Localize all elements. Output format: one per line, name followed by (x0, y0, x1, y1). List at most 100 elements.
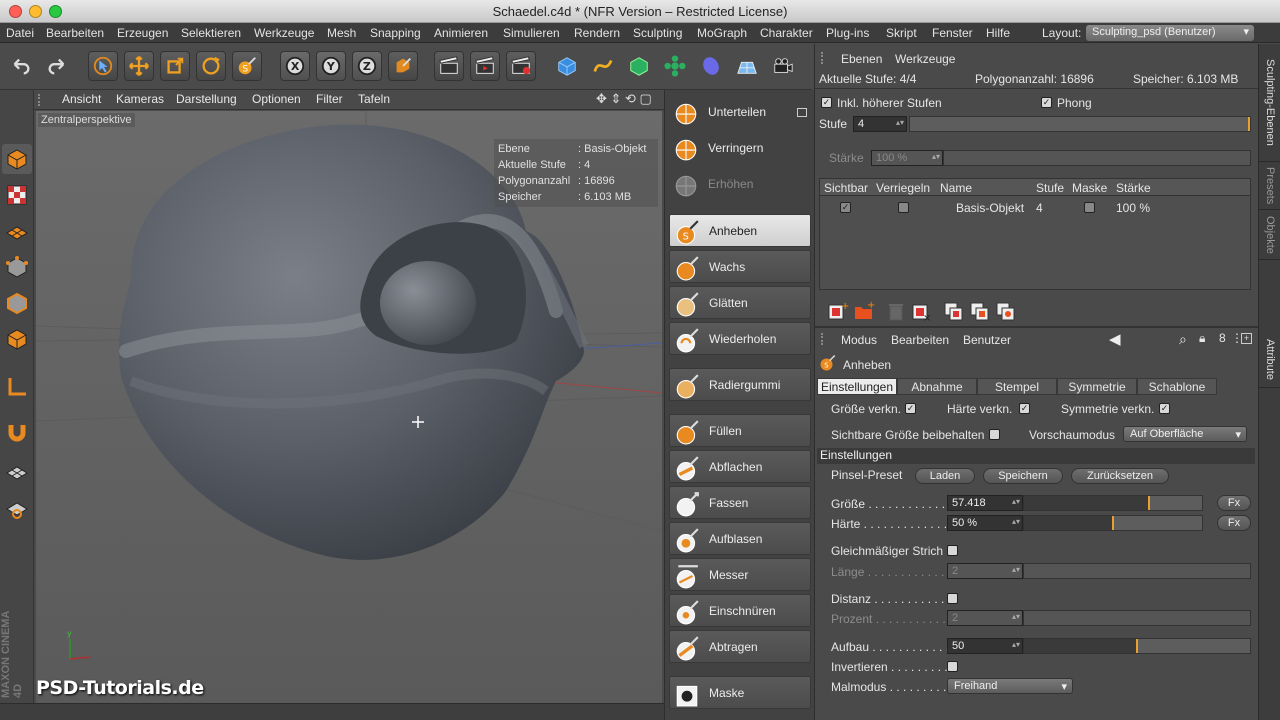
floor-button[interactable] (732, 51, 762, 81)
3d-viewport[interactable]: y Zentralperspektive Ebene: Basis-Objekt… (36, 111, 662, 703)
brush-einschnueren[interactable]: Einschnüren (669, 594, 811, 627)
render-view-button[interactable] (434, 51, 464, 81)
menu-fenster[interactable]: Fenster (932, 26, 973, 40)
cube-object-button[interactable] (552, 51, 582, 81)
rotate-button[interactable] (196, 51, 226, 81)
layout-dropdown[interactable]: Sculpting_psd (Benutzer) ▾ (1086, 25, 1254, 41)
brush-aufblasen[interactable]: Aufblasen (669, 522, 811, 555)
column-stufe[interactable]: Stufe (1036, 181, 1064, 195)
brush-anheben[interactable]: S Anheben (669, 214, 811, 247)
column-maske[interactable]: Maske (1072, 181, 1107, 195)
strength-field[interactable]: 100 % ▴▾ (871, 150, 943, 166)
drag-handle-icon[interactable] (821, 52, 829, 64)
invert-checkbox[interactable] (947, 661, 958, 672)
brush-abflachen[interactable]: Abflachen (669, 450, 811, 483)
axis-z-button[interactable]: Z (352, 51, 382, 81)
add-folder-button[interactable]: + (853, 300, 875, 322)
menu-erzeugen[interactable]: Erzeugen (117, 26, 168, 40)
spline-button[interactable] (588, 51, 618, 81)
menu-datei[interactable]: Datei (6, 26, 34, 40)
section-einstellungen[interactable]: Einstellungen (817, 448, 1255, 464)
layers-menu-ebenen[interactable]: Ebenen (841, 52, 882, 66)
brush-messer[interactable]: Messer (669, 558, 811, 591)
size-fx-button[interactable]: Fx (1217, 495, 1251, 511)
tab-stempel[interactable]: Stempel (977, 378, 1057, 395)
brush-unterteilen[interactable]: Unterteilen (669, 96, 811, 129)
menu-snapping[interactable]: Snapping (370, 26, 421, 40)
viewport-menu-filter[interactable]: Filter (316, 92, 343, 106)
brush-verringern[interactable]: Verringern (669, 132, 811, 165)
size-link-checkbox[interactable]: ✓ (905, 403, 916, 414)
axis-x-button[interactable]: X (280, 51, 310, 81)
viewport-menu-optionen[interactable]: Optionen (252, 92, 301, 106)
back-arrow-icon[interactable]: ◀ (1109, 330, 1121, 348)
copy-layer-button[interactable] (995, 300, 1017, 322)
remove-layer-button[interactable]: × (911, 300, 933, 324)
sculpt-tool-button[interactable]: S (232, 51, 262, 81)
drag-handle-icon[interactable] (38, 94, 48, 106)
viewport-menu-darstellung[interactable]: Darstellung (176, 92, 237, 106)
column-staerke[interactable]: Stärke (1116, 181, 1151, 195)
size-slider[interactable] (1023, 495, 1203, 511)
brush-wachs[interactable]: Wachs (669, 250, 811, 283)
attr-menu-modus[interactable]: Modus (841, 333, 877, 347)
grid-snap-button[interactable] (2, 494, 32, 524)
keep-visible-size-checkbox[interactable] (989, 429, 1000, 440)
hardness-link-checkbox[interactable]: ✓ (1019, 403, 1030, 414)
hardness-field[interactable]: 50 % ▴▾ (947, 515, 1023, 531)
snapping-button[interactable] (2, 418, 32, 448)
move-button[interactable] (124, 51, 154, 81)
menu-plugins[interactable]: Plug-ins (826, 26, 869, 40)
attr-menu-bearbeiten[interactable]: Bearbeiten (891, 333, 949, 347)
phong-checkbox[interactable]: ✓ (1041, 97, 1052, 108)
menu-selektieren[interactable]: Selektieren (181, 26, 241, 40)
live-selection-button[interactable] (88, 51, 118, 81)
viewport-navigate-icons[interactable]: ✥ ⇕ ⟲ ▢ (596, 91, 652, 107)
attr-menu-benutzer[interactable]: Benutzer (963, 333, 1011, 347)
include-higher-levels-checkbox[interactable]: ✓ (821, 97, 832, 108)
coordinate-system-button[interactable] (388, 51, 418, 81)
brush-abtragen[interactable]: Abtragen (669, 630, 811, 663)
brush-glaetten[interactable]: Glätten (669, 286, 811, 319)
paint-mode-dropdown[interactable]: Freihand ▾ (947, 678, 1073, 694)
texture-mode-button[interactable] (2, 180, 32, 210)
lock-icon[interactable]: 🔒︎ (1199, 331, 1205, 346)
strength-slider[interactable] (943, 150, 1251, 166)
level-slider[interactable] (909, 116, 1251, 132)
save-preset-button[interactable]: Speichern (983, 468, 1063, 484)
array-button[interactable] (660, 51, 690, 81)
deformer-button[interactable] (696, 51, 726, 81)
viewport-menu-kameras[interactable]: Kameras (116, 92, 164, 106)
viewport-menu-ansicht[interactable]: Ansicht (62, 92, 101, 106)
link-icon[interactable]: 8 (1219, 331, 1226, 345)
tab-abnahme[interactable]: Abnahme (897, 378, 977, 395)
menu-hilfe[interactable]: Hilfe (986, 26, 1010, 40)
polygons-mode-button[interactable] (2, 324, 32, 354)
menu-bearbeiten[interactable]: Bearbeiten (46, 26, 104, 40)
workplane-button[interactable] (2, 216, 32, 246)
delete-layer-button[interactable] (885, 300, 907, 322)
brush-radiergummi[interactable]: Radiergummi (669, 368, 811, 401)
menu-skript[interactable]: Skript (886, 26, 917, 40)
merge-layer-button[interactable] (969, 300, 991, 322)
column-sichtbar[interactable]: Sichtbar (824, 181, 868, 195)
table-row[interactable]: ✓ Basis-Objekt 4 100 % (820, 199, 1250, 217)
menu-sculpting[interactable]: Sculpting (633, 26, 682, 40)
tab-einstellungen[interactable]: Einstellungen (817, 378, 897, 395)
model-mode-button[interactable] (2, 144, 32, 174)
sidetab-presets[interactable]: Presets (1259, 162, 1280, 210)
reset-preset-button[interactable]: Zurücksetzen (1071, 468, 1169, 484)
load-preset-button[interactable]: Laden (915, 468, 975, 484)
workplane-lock-button[interactable] (2, 458, 32, 488)
menu-mograph[interactable]: MoGraph (697, 26, 747, 40)
bake-layer-button[interactable] (943, 300, 965, 322)
symmetry-link-checkbox[interactable]: ✓ (1159, 403, 1170, 414)
sidetab-sculpting-ebenen[interactable]: Sculpting-Ebenen (1259, 44, 1280, 162)
length-field[interactable]: 2 ▴▾ (947, 563, 1023, 579)
menu-rendern[interactable]: Rendern (574, 26, 620, 40)
brush-erhoehen[interactable]: Erhöhen (669, 168, 811, 201)
brush-fuellen[interactable]: Füllen (669, 414, 811, 447)
axis-y-button[interactable]: Y (316, 51, 346, 81)
percent-field[interactable]: 2 ▴▾ (947, 610, 1023, 626)
viewport-menu-tafeln[interactable]: Tafeln (358, 92, 390, 106)
